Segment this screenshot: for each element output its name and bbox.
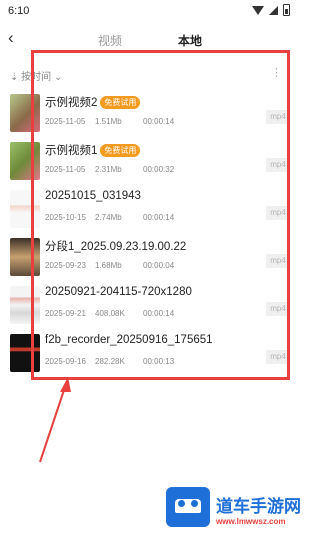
tab-local[interactable]: 本地 xyxy=(178,32,202,49)
watermark-url: www.lmwwsz.com xyxy=(216,517,286,526)
status-icons xyxy=(252,4,290,16)
battery-icon xyxy=(283,4,290,16)
highlight-box xyxy=(31,50,290,380)
signal-icon xyxy=(269,5,278,15)
tab-video[interactable]: 视频 xyxy=(98,32,122,49)
watermark-logo xyxy=(166,487,210,527)
car-icon xyxy=(175,499,201,513)
watermark-name: 道车手游网 xyxy=(216,497,301,516)
watermark-text: 道车手游网 www.lmwwsz.com xyxy=(216,492,301,526)
back-icon[interactable]: ‹ xyxy=(8,28,14,48)
status-time: 6:10 xyxy=(8,5,30,17)
status-bar: 6:10 xyxy=(0,0,300,24)
wifi-icon xyxy=(252,5,264,15)
